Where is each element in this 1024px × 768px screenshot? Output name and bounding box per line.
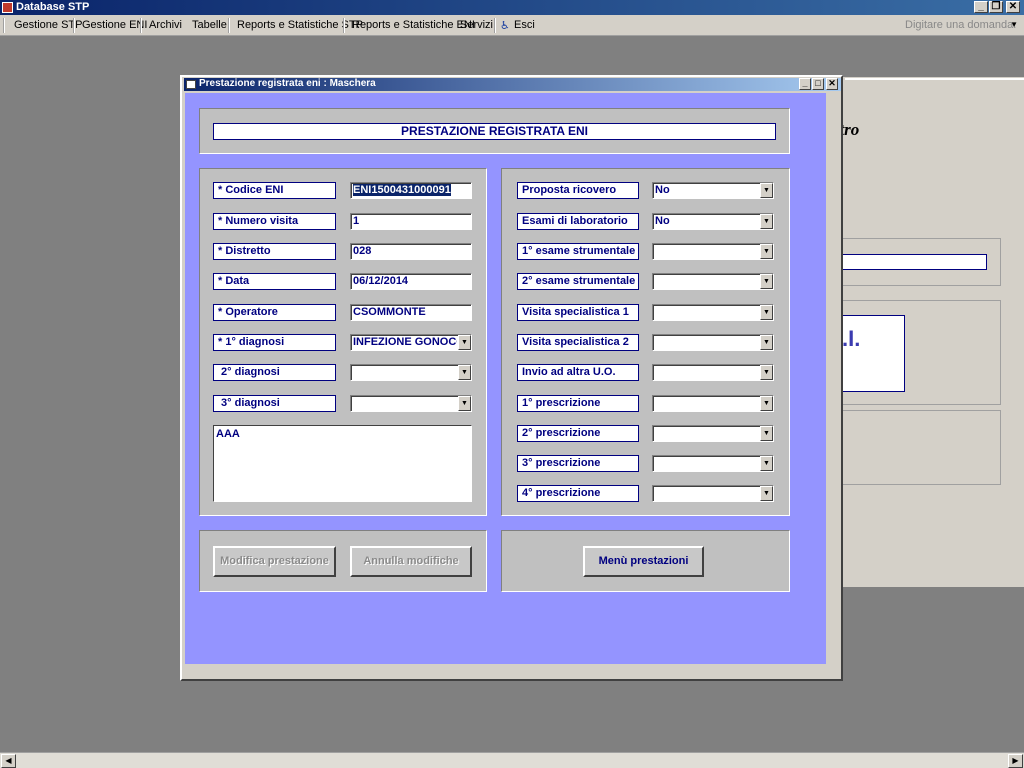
label-numero-visita: * Numero visita bbox=[213, 213, 336, 230]
numero-visita-field[interactable]: 1 bbox=[350, 213, 472, 230]
label-data: * Data bbox=[213, 273, 336, 290]
menu-bar: Gestione STP Gestione ENI Archivi Tabell… bbox=[0, 15, 1024, 36]
label-diagnosi-2: 2° diagnosi bbox=[213, 364, 336, 381]
scroll-left-icon[interactable]: ◀ bbox=[1, 754, 16, 768]
menu-separator bbox=[343, 18, 345, 33]
distretto-field[interactable]: 028 bbox=[350, 243, 472, 260]
diagnosi-2-combo[interactable]: ▼ bbox=[350, 364, 472, 381]
dropdown-arrow-icon[interactable]: ▼ bbox=[760, 183, 773, 198]
form-maximize-icon[interactable]: □ bbox=[812, 78, 824, 90]
dropdown-arrow-icon[interactable]: ▼ bbox=[458, 396, 471, 411]
visita-specialistica-2-combo[interactable]: ▼ bbox=[652, 334, 774, 351]
app-title: Database STP bbox=[16, 1, 90, 13]
menu-separator bbox=[228, 18, 230, 33]
menu-esci[interactable]: Esci bbox=[514, 19, 535, 31]
notes-textarea[interactable]: AAA bbox=[213, 425, 472, 502]
form-window-title: Prestazione registrata eni : Maschera bbox=[199, 78, 376, 89]
proposta-ricovero-value: No bbox=[655, 184, 670, 196]
dropdown-arrow-icon[interactable]: ▼ bbox=[760, 335, 773, 350]
prescrizione-3-combo[interactable]: ▼ bbox=[652, 455, 774, 472]
esami-laboratorio-value: No bbox=[655, 215, 670, 227]
dropdown-arrow-icon[interactable]: ▼ bbox=[458, 335, 471, 350]
label-diagnosi-3: 3° diagnosi bbox=[213, 395, 336, 412]
menu-separator bbox=[494, 18, 496, 33]
exit-icon[interactable]: ♿︎ bbox=[500, 19, 510, 32]
prescrizione-1-combo[interactable]: ▼ bbox=[652, 395, 774, 412]
label-visita-specialistica-2: Visita specialistica 2 bbox=[517, 334, 639, 351]
dropdown-arrow-icon[interactable]: ▼ bbox=[760, 396, 773, 411]
label-codice-eni: * Codice ENI bbox=[213, 182, 336, 199]
menu-reports-eni[interactable]: Reports e Statistiche ENI bbox=[352, 19, 475, 31]
menu-gestione-eni[interactable]: Gestione ENI bbox=[82, 19, 147, 31]
form-titlebar: Prestazione registrata eni : Maschera _ … bbox=[184, 78, 841, 91]
modifica-prestazione-button[interactable]: Modifica prestazione bbox=[213, 546, 336, 577]
chevron-down-icon[interactable]: ▼ bbox=[1010, 20, 1018, 29]
prescrizione-2-combo[interactable]: ▼ bbox=[652, 425, 774, 442]
dropdown-arrow-icon[interactable]: ▼ bbox=[760, 274, 773, 289]
menu-archivi[interactable]: Archivi bbox=[149, 19, 182, 31]
dropdown-arrow-icon[interactable]: ▼ bbox=[458, 365, 471, 380]
dropdown-arrow-icon[interactable]: ▼ bbox=[760, 305, 773, 320]
menu-tabelle[interactable]: Tabelle bbox=[192, 19, 227, 31]
form-minimize-icon[interactable]: _ bbox=[799, 78, 811, 90]
label-diagnosi-1: * 1° diagnosi bbox=[213, 334, 336, 351]
data-field[interactable]: 06/12/2014 bbox=[350, 273, 472, 290]
label-distretto: * Distretto bbox=[213, 243, 336, 260]
annulla-modifiche-button[interactable]: Annulla modifiche bbox=[350, 546, 472, 577]
background-form-edge bbox=[845, 78, 1024, 80]
label-proposta-ricovero: Proposta ricovero bbox=[517, 182, 639, 199]
operatore-field[interactable]: CSOMMONTE bbox=[350, 304, 472, 321]
proposta-ricovero-combo[interactable]: No ▼ bbox=[652, 182, 774, 199]
dropdown-arrow-icon[interactable]: ▼ bbox=[760, 214, 773, 229]
dropdown-arrow-icon[interactable]: ▼ bbox=[760, 426, 773, 441]
label-prescrizione-1: 1° prescrizione bbox=[517, 395, 639, 412]
label-visita-specialistica-1: Visita specialistica 1 bbox=[517, 304, 639, 321]
menu-separator bbox=[140, 18, 142, 33]
visita-specialistica-1-combo[interactable]: ▼ bbox=[652, 304, 774, 321]
label-invio-altra-uo: Invio ad altra U.O. bbox=[517, 364, 639, 381]
esame-strumentale-1-combo[interactable]: ▼ bbox=[652, 243, 774, 260]
menu-servizi[interactable]: Servizi bbox=[460, 19, 493, 31]
app-titlebar: Database STP _ ❐ ✕ bbox=[0, 0, 1024, 15]
minimize-icon[interactable]: _ bbox=[974, 1, 988, 13]
form-close-icon[interactable]: ✕ bbox=[826, 78, 838, 90]
menu-grip bbox=[3, 18, 5, 33]
dropdown-arrow-icon[interactable]: ▼ bbox=[760, 456, 773, 471]
restore-icon[interactable]: ❐ bbox=[989, 1, 1003, 13]
dropdown-arrow-icon[interactable]: ▼ bbox=[760, 365, 773, 380]
label-esame-strumentale-2: 2° esame strumentale bbox=[517, 273, 639, 290]
scroll-right-icon[interactable]: ▶ bbox=[1008, 754, 1023, 768]
form-title: PRESTAZIONE REGISTRATA ENI bbox=[213, 123, 776, 140]
label-esami-laboratorio: Esami di laboratorio bbox=[517, 213, 639, 230]
codice-eni-field[interactable]: ENI1500431000091 bbox=[350, 182, 472, 199]
menu-prestazioni-button[interactable]: Menù prestazioni bbox=[583, 546, 704, 577]
diagnosi-3-combo[interactable]: ▼ bbox=[350, 395, 472, 412]
dropdown-arrow-icon[interactable]: ▼ bbox=[760, 486, 773, 501]
label-prescrizione-2: 2° prescrizione bbox=[517, 425, 639, 442]
close-icon[interactable]: ✕ bbox=[1006, 1, 1020, 13]
horizontal-scrollbar[interactable]: ◀ ▶ bbox=[0, 752, 1024, 768]
esami-laboratorio-combo[interactable]: No ▼ bbox=[652, 213, 774, 230]
diagnosi-1-value: INFEZIONE GONOCOCCICA bbox=[353, 336, 457, 348]
help-placeholder: Digitare una domanda. bbox=[905, 19, 1017, 31]
help-question-input[interactable]: Digitare una domanda. ▼ bbox=[900, 17, 1020, 33]
diagnosi-1-combo[interactable]: INFEZIONE GONOCOCCICA ▼ bbox=[350, 334, 472, 351]
label-esame-strumentale-1: 1° esame strumentale bbox=[517, 243, 639, 260]
invio-altra-uo-combo[interactable]: ▼ bbox=[652, 364, 774, 381]
esame-strumentale-2-combo[interactable]: ▼ bbox=[652, 273, 774, 290]
access-app-icon bbox=[2, 2, 13, 13]
label-prescrizione-4: 4° prescrizione bbox=[517, 485, 639, 502]
menu-separator bbox=[73, 18, 75, 33]
background-box-text: .I. bbox=[842, 326, 861, 351]
prescrizione-4-combo[interactable]: ▼ bbox=[652, 485, 774, 502]
form-icon bbox=[186, 80, 196, 89]
background-field[interactable] bbox=[840, 254, 987, 270]
codice-eni-value: ENI1500431000091 bbox=[353, 184, 451, 196]
label-operatore: * Operatore bbox=[213, 304, 336, 321]
background-section bbox=[826, 410, 1001, 485]
dropdown-arrow-icon[interactable]: ▼ bbox=[760, 244, 773, 259]
label-prescrizione-3: 3° prescrizione bbox=[517, 455, 639, 472]
